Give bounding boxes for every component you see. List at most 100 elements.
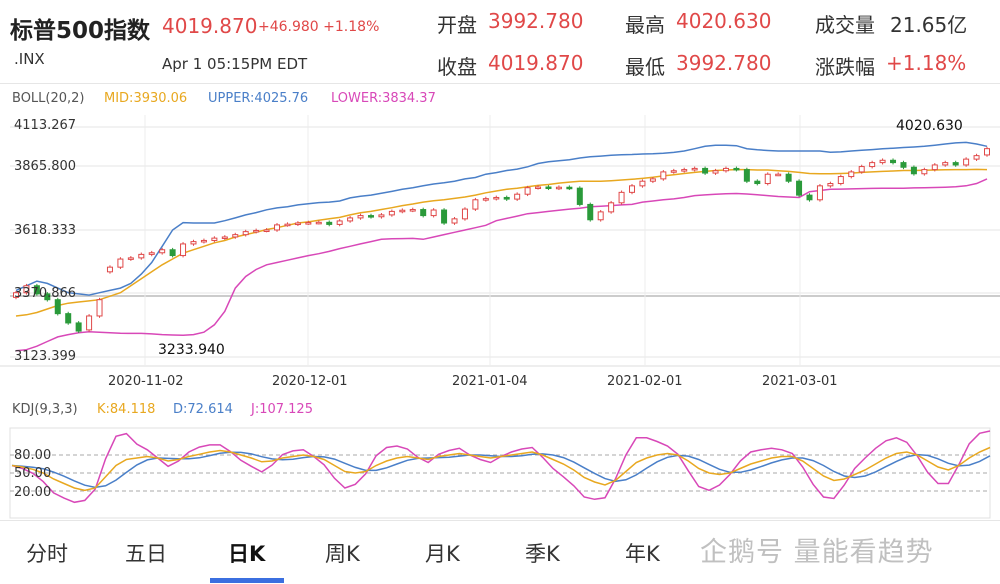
y-tick-label: 3370.866 xyxy=(14,286,77,301)
x-tick-label: 2021-03-01 xyxy=(762,374,838,389)
kdj-tick-label: 50.00 xyxy=(14,466,52,481)
candle-body xyxy=(461,208,468,220)
boll-mid-line xyxy=(15,168,988,317)
candle-body xyxy=(545,186,552,190)
boll-lines xyxy=(15,141,988,352)
candle-body xyxy=(138,253,145,259)
candle-body xyxy=(86,315,93,331)
candle-body xyxy=(848,171,855,178)
candles xyxy=(13,146,990,333)
x-tick-label: 2021-01-04 xyxy=(452,374,528,389)
candle-body xyxy=(890,159,897,164)
candle-body xyxy=(691,167,698,171)
kdj-tick-label: 80.00 xyxy=(14,448,52,463)
candle-body xyxy=(263,229,270,232)
tab-five-day[interactable]: 五日 xyxy=(125,538,167,568)
candle-body xyxy=(65,313,72,324)
candle-body xyxy=(200,239,207,243)
candle-body xyxy=(451,218,458,224)
candle-body xyxy=(253,229,260,233)
candle-body xyxy=(430,209,437,217)
kdj-j-line xyxy=(11,430,991,504)
candle-body xyxy=(388,210,395,216)
watermark: 企鹅号 量能看趋势 xyxy=(700,537,934,568)
candle-body xyxy=(347,217,354,222)
kdj-legend-j: J:107.125 xyxy=(251,402,313,417)
candle-body xyxy=(441,209,448,224)
tab-daily-k[interactable]: 日K xyxy=(228,538,265,568)
candle-body xyxy=(326,221,333,225)
kdj-grid xyxy=(9,427,991,519)
candle-body xyxy=(96,299,103,317)
tab-yearly-k[interactable]: 年K xyxy=(625,538,660,568)
kdj-legend-d: D:72.614 xyxy=(173,402,233,417)
candle-body xyxy=(190,241,197,245)
y-tick-label: 4113.267 xyxy=(14,118,77,133)
candle-body xyxy=(587,203,594,221)
x-tick-label: 2020-12-01 xyxy=(272,374,348,389)
candle-body xyxy=(357,215,364,219)
candle-body xyxy=(629,185,636,193)
x-tick-label: 2020-11-02 xyxy=(108,374,184,389)
tab-weekly-k[interactable]: 周K xyxy=(325,538,360,568)
candle-body xyxy=(409,209,416,212)
candle-body xyxy=(180,243,187,257)
tab-quarterly-k[interactable]: 季K xyxy=(525,538,560,568)
y-tick-label: 3123.399 xyxy=(14,349,77,364)
tab-timeshare[interactable]: 分时 xyxy=(26,538,68,568)
candle-body xyxy=(649,178,656,182)
candle-body xyxy=(775,173,782,177)
candle-body xyxy=(117,258,124,268)
candle-body xyxy=(305,222,312,225)
candle-body xyxy=(931,164,938,171)
active-tab-indicator xyxy=(210,578,284,583)
candle-body xyxy=(148,252,155,255)
candle-body xyxy=(743,169,750,182)
candle-body xyxy=(764,173,771,185)
candle-body xyxy=(670,170,677,173)
candle-body xyxy=(482,198,489,201)
candle-body xyxy=(973,155,980,160)
candle-body xyxy=(796,180,803,196)
chart-canvas[interactable] xyxy=(0,0,1000,584)
candle-body xyxy=(524,187,531,195)
candle-body xyxy=(660,171,667,180)
candle-body xyxy=(597,211,604,221)
candle-body xyxy=(367,215,374,218)
kdj-k-line xyxy=(11,446,991,492)
candle-body xyxy=(921,169,928,175)
candle-body xyxy=(733,167,740,171)
candle-body xyxy=(106,266,113,273)
candle-body xyxy=(336,220,343,225)
price-grid xyxy=(0,115,1000,367)
candle-body xyxy=(900,162,907,168)
candle-body xyxy=(754,180,761,185)
candle-body xyxy=(420,209,427,217)
candle-body xyxy=(294,222,301,226)
candle-body xyxy=(722,167,729,172)
kdj-tick-label: 20.00 xyxy=(14,485,52,500)
candle-body xyxy=(232,234,239,238)
candle-body xyxy=(566,186,573,190)
kdj-d-line xyxy=(11,451,991,489)
candle-body xyxy=(211,237,218,241)
candle-body xyxy=(159,249,166,254)
candle-body xyxy=(576,187,583,205)
kdj-lines xyxy=(11,430,991,504)
candle-body xyxy=(618,191,625,204)
candle-body xyxy=(639,180,646,187)
candle-body xyxy=(858,166,865,173)
tab-monthly-k[interactable]: 月K xyxy=(425,538,460,568)
kdj-legend-k: K:84.118 xyxy=(97,402,156,417)
candle-body xyxy=(910,166,917,175)
candle-body xyxy=(472,199,479,210)
candle-body xyxy=(785,173,792,182)
candle-body xyxy=(221,236,228,239)
candle-body xyxy=(75,322,82,332)
candle-body xyxy=(827,183,834,187)
candle-body xyxy=(284,223,291,227)
candle-body xyxy=(169,249,176,257)
candle-body xyxy=(503,196,510,200)
tabs-divider xyxy=(0,520,1000,521)
x-tick-label: 2021-02-01 xyxy=(607,374,683,389)
